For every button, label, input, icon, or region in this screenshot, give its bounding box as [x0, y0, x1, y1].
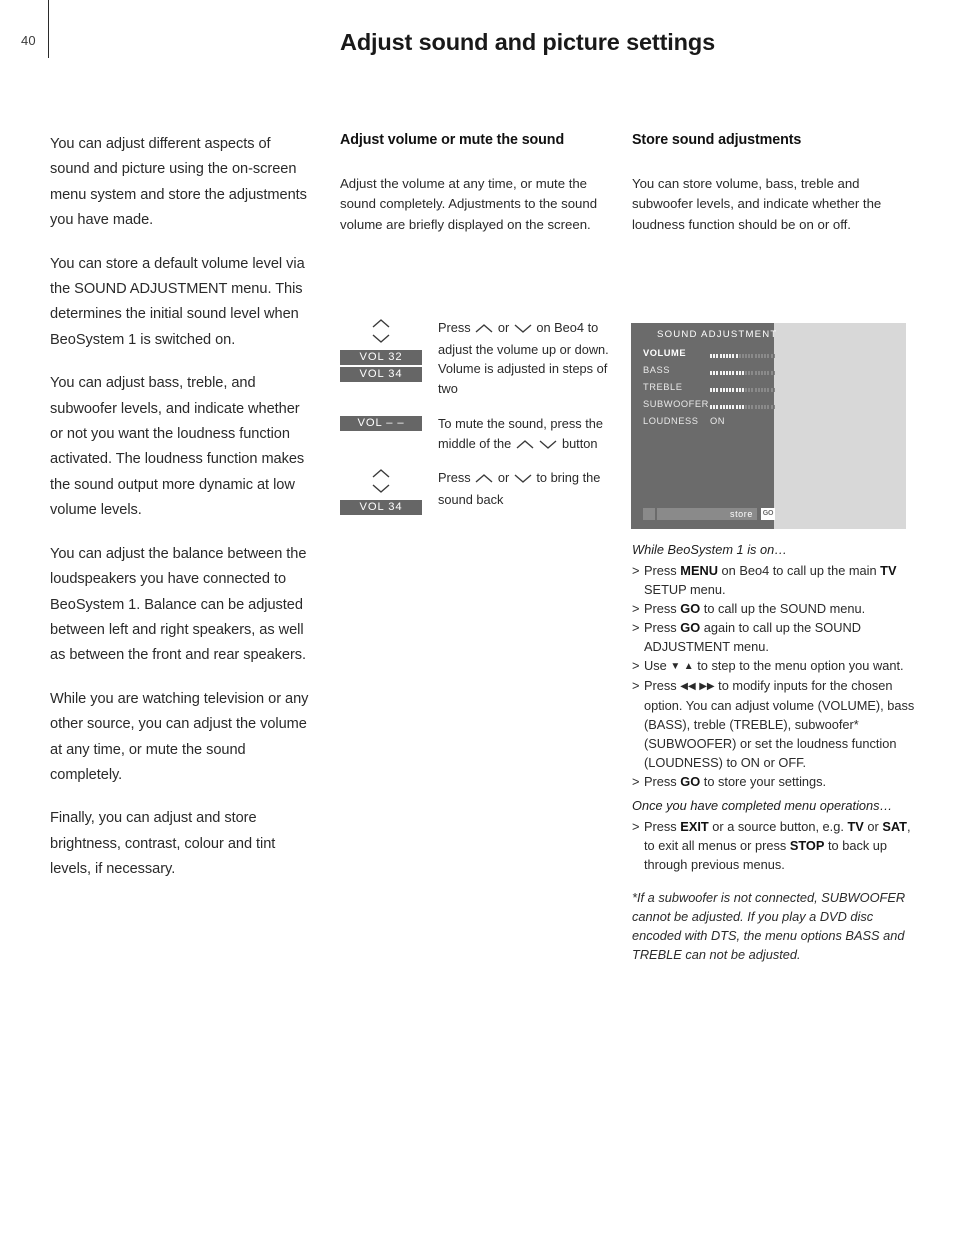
procedure-heading: While BeoSystem 1 is on…: [632, 542, 788, 557]
osd-row-label: BASS: [643, 365, 671, 375]
osd-menu-row[interactable]: VOLUME: [643, 348, 775, 365]
chevron-down-icon: [340, 483, 422, 498]
left-paragraph: You can store a default volume level via…: [50, 255, 305, 348]
procedure-while-on: While BeoSystem 1 is on… > Press MENU on B…: [632, 540, 924, 791]
procedure-step-text: Use ▼ ▲ to step to the menu option you w…: [644, 658, 904, 673]
beo4-key-group: VOL 34: [340, 468, 422, 515]
osd-menu-rows: VOLUME BASS TREBLE SUBWOOFER LOUDNESS ON: [643, 348, 775, 433]
osd-row-value: ON: [710, 416, 725, 426]
volume-display-chip: VOL 32: [340, 350, 422, 365]
procedure-step-text: Press GO to store your settings.: [644, 774, 827, 789]
procedure-step: > Press MENU on Beo4 to call up the main …: [632, 561, 924, 599]
chevron-up-icon: [340, 468, 422, 483]
middle-column-heading: Adjust volume or mute the sound: [340, 132, 565, 148]
volume-display-chip: VOL – –: [340, 416, 422, 431]
page-title: Adjust sound and picture settings: [340, 29, 715, 55]
osd-level-bar[interactable]: [710, 354, 775, 360]
osd-menu-row[interactable]: LOUDNESS ON: [643, 416, 775, 433]
volume-step: VOL 32 VOL 34 Press or on Beo4 to adjust t…: [340, 318, 625, 398]
step-marker: >: [632, 774, 640, 789]
procedure-step-text: Press GO to call up the SOUND menu.: [644, 601, 866, 616]
osd-go-badge: GO: [761, 508, 775, 520]
chevron-up-icon: [340, 318, 422, 333]
procedure-step-text: Press MENU on Beo4 to call up the main T…: [644, 563, 897, 597]
osd-menu-row[interactable]: SUBWOOFER: [643, 399, 775, 416]
left-column: You can adjust different aspects of soun…: [50, 132, 312, 901]
volume-step-text: Press or to bring the sound back: [438, 470, 601, 507]
beo4-key-group: VOL – –: [340, 414, 422, 431]
procedure-step: > Press ◀◀ ▶▶ to modify inputs for the ch…: [632, 676, 924, 772]
osd-row-label: LOUDNESS: [643, 416, 699, 426]
step-marker: >: [632, 658, 640, 673]
osd-level-bar[interactable]: [710, 371, 775, 377]
chevron-up-icon: [516, 436, 534, 456]
chevron-down-icon: [514, 320, 532, 340]
osd-store-bar: store GO: [643, 508, 775, 520]
volume-display-chip: VOL 34: [340, 500, 422, 515]
chevron-down-icon: [539, 436, 557, 456]
beo4-key-group: VOL 32 VOL 34: [340, 318, 422, 382]
procedure-step: > Press GO to store your settings.: [632, 772, 924, 791]
osd-store-indicator: [643, 508, 655, 520]
osd-row-label: VOLUME: [643, 348, 687, 358]
procedure-step: > Press EXIT or a source button, e.g. TV …: [632, 817, 924, 874]
page-number: 40: [21, 33, 36, 48]
nav-arrow-icon: ◀◀: [680, 681, 696, 692]
procedure-step-text: Press ◀◀ ▶▶ to modify inputs for the cho…: [644, 678, 915, 770]
volume-display-chip: VOL 34: [340, 367, 422, 382]
left-paragraph: You can adjust different aspects of soun…: [50, 136, 307, 229]
right-column: Store sound adjustments You can store vo…: [632, 132, 917, 235]
procedure-heading: Once you have completed menu operations…: [632, 798, 893, 813]
osd-level-bar[interactable]: [710, 388, 775, 394]
procedure-step-text: Press EXIT or a source button, e.g. TV o…: [644, 819, 911, 872]
step-marker: >: [632, 819, 640, 834]
left-paragraph: While you are watching television or any…: [50, 690, 309, 783]
sound-adjustment-osd: SOUND ADJUSTMENT VOLUME BASS TREBLE SUBWOOF…: [631, 323, 906, 529]
left-paragraph: You can adjust the balance between the l…: [50, 545, 307, 664]
right-column-heading: Store sound adjustments: [632, 132, 802, 148]
middle-column: Adjust volume or mute the sound Adjust t…: [340, 132, 620, 235]
procedure-step-text: Press GO again to call up the SOUND ADJU…: [644, 620, 861, 654]
footnote: *If a subwoofer is not connected, SUBWOO…: [632, 890, 906, 962]
step-marker: >: [632, 601, 640, 616]
osd-video-panel: [774, 323, 906, 529]
volume-step-text: Press or on Beo4 to adjust the volume up…: [438, 320, 609, 396]
volume-step: VOL 34 Press or to bring the sound back: [340, 468, 625, 515]
osd-row-label: TREBLE: [643, 382, 683, 392]
osd-title: SOUND ADJUSTMENT: [657, 329, 778, 340]
procedure-step: > Press GO again to call up the SOUND ADJ…: [632, 618, 924, 656]
chevron-up-icon: [475, 470, 493, 490]
osd-menu-row[interactable]: BASS: [643, 365, 775, 382]
step-marker: >: [632, 678, 640, 693]
procedure-step: > Use ▼ ▲ to step to the menu option you …: [632, 656, 924, 676]
right-column-intro: You can store volume, bass, treble and s…: [632, 176, 882, 232]
nav-arrow-icon: ▲: [683, 661, 694, 672]
osd-level-bar[interactable]: [710, 405, 775, 411]
osd-store-label: store: [729, 509, 753, 519]
step-marker: >: [632, 620, 640, 635]
nav-arrow-icon: ▼: [670, 661, 681, 672]
procedure-step: > Press GO to call up the SOUND menu.: [632, 599, 924, 618]
chevron-down-icon: [514, 470, 532, 490]
left-paragraph: You can adjust bass, treble, and subwoof…: [50, 375, 305, 519]
chevron-down-icon: [340, 333, 422, 348]
osd-row-label: SUBWOOFER: [643, 399, 709, 409]
step-marker: >: [632, 563, 640, 578]
chevron-up-icon: [475, 320, 493, 340]
procedure-after-menu: Once you have completed menu operations……: [632, 796, 924, 874]
volume-step: VOL – – To mute the sound, press the midd…: [340, 414, 625, 455]
osd-menu-row[interactable]: TREBLE: [643, 382, 775, 399]
volume-step-text: To mute the sound, press the middle of t…: [438, 414, 625, 455]
middle-column-intro: Adjust the volume at any time, or mute t…: [340, 176, 598, 232]
page-margin-rule: [48, 0, 49, 58]
nav-arrow-icon: ▶▶: [699, 681, 715, 692]
left-paragraph: Finally, you can adjust and store bright…: [50, 810, 276, 878]
